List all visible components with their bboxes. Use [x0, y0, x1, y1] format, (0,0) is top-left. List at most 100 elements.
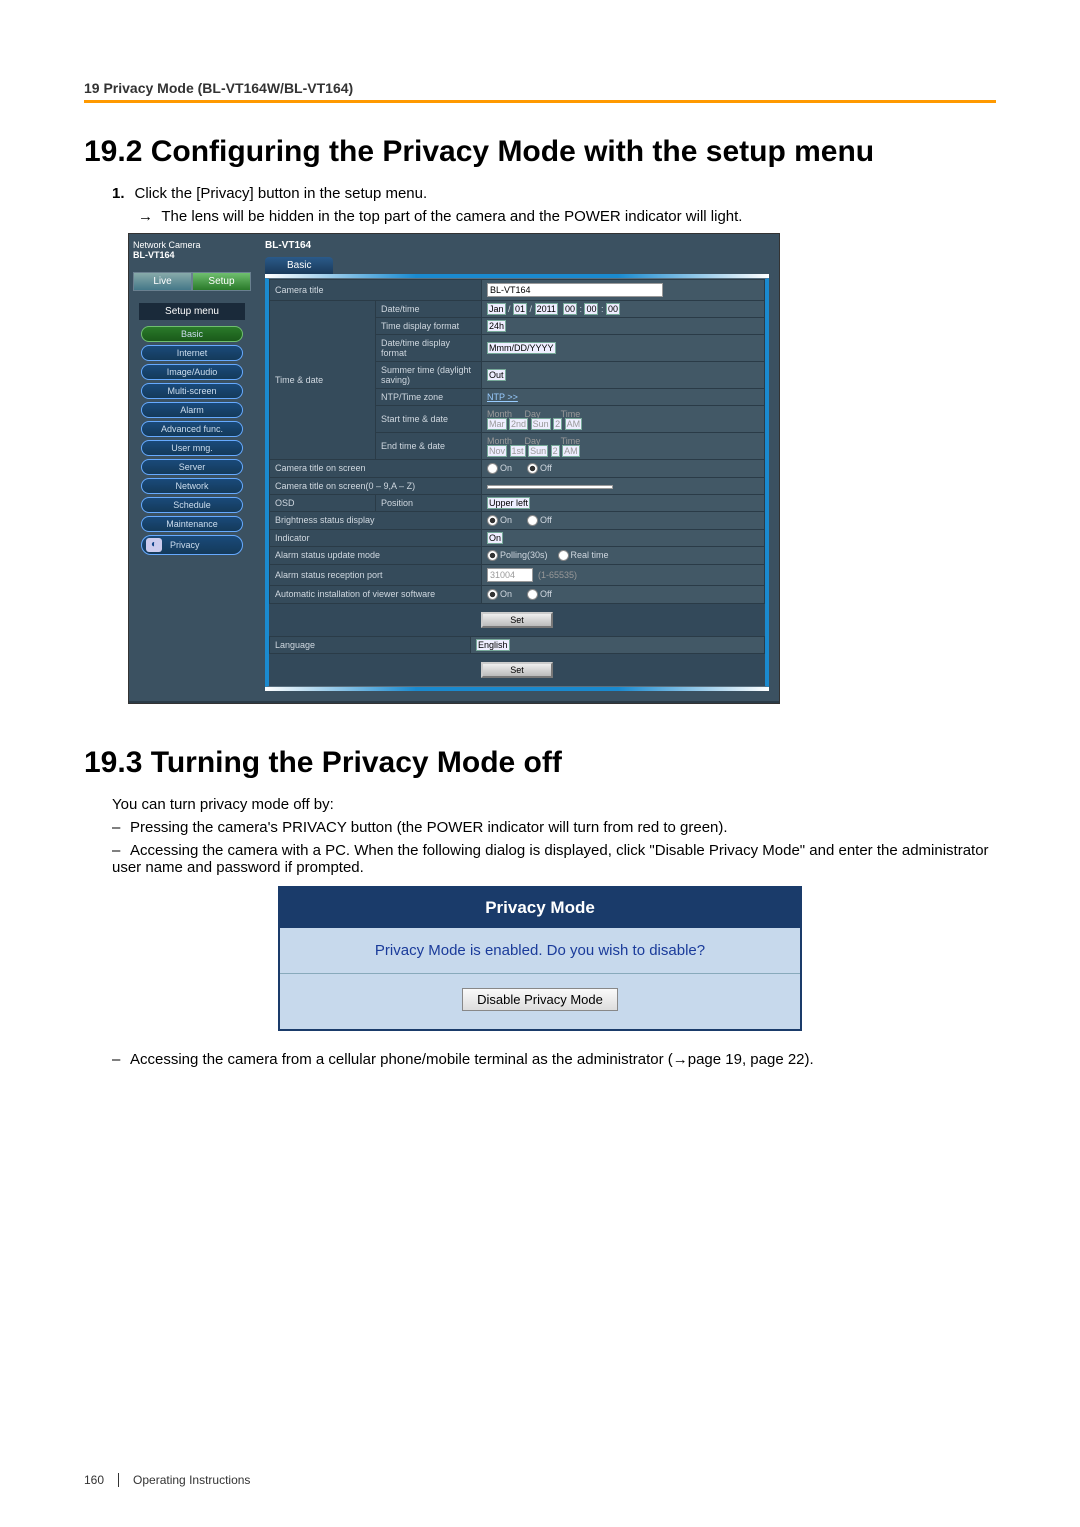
- hdr-time-s: Time: [561, 409, 581, 419]
- link-ntp[interactable]: NTP >>: [487, 392, 518, 402]
- lbl-start-time: Start time & date: [376, 405, 482, 432]
- menu-multi-screen[interactable]: Multi-screen: [141, 383, 243, 399]
- bullet-2-text: Accessing the camera with a PC. When the…: [112, 842, 989, 876]
- set-button-1[interactable]: Set: [481, 612, 553, 628]
- sel-day[interactable]: 01: [513, 303, 527, 315]
- header-section: 19 Privacy Mode (BL-VT164W/BL-VT164): [84, 80, 996, 96]
- menu-maintenance[interactable]: Maintenance: [141, 516, 243, 532]
- sel-s-mon[interactable]: Mar: [487, 418, 507, 430]
- tab-setup[interactable]: Setup: [192, 272, 251, 291]
- input-asrp[interactable]: 31004: [487, 568, 533, 582]
- sel-language[interactable]: English: [476, 639, 510, 651]
- menu-alarm[interactable]: Alarm: [141, 402, 243, 418]
- sel-indicator[interactable]: On: [487, 532, 503, 544]
- sel-e-h[interactable]: 2: [551, 445, 560, 457]
- lbl-datetime: Date/time: [376, 300, 482, 317]
- page-number: 160: [84, 1473, 104, 1487]
- lbl-ctos2: Camera title on screen(0 – 9,A – Z): [270, 477, 482, 494]
- ss-tabs: Live Setup: [133, 272, 251, 291]
- menu-advanced[interactable]: Advanced func.: [141, 421, 243, 437]
- panel-tab-basic[interactable]: Basic: [265, 257, 333, 274]
- radio-aiv-on[interactable]: [487, 589, 498, 600]
- sel-s-wk[interactable]: 2nd: [509, 418, 528, 430]
- txt-on3: On: [500, 589, 512, 599]
- input-ctos2[interactable]: [487, 485, 613, 489]
- sel-e-dow[interactable]: Sun: [528, 445, 548, 457]
- sel-position[interactable]: Upper left: [487, 497, 530, 509]
- disable-privacy-button[interactable]: Disable Privacy Mode: [462, 988, 618, 1011]
- sel-e-mon[interactable]: Nov: [487, 445, 507, 457]
- bullet-3-text-b: page 19, page 22).: [688, 1051, 814, 1068]
- hdr-month-e: Month: [487, 436, 512, 446]
- txt-off3: Off: [540, 589, 552, 599]
- dialog-title: Privacy Mode: [280, 888, 800, 928]
- privacy-icon: ◐: [146, 538, 162, 552]
- txt-on1: On: [500, 463, 512, 473]
- sel-hour[interactable]: 00: [563, 303, 577, 315]
- step-1-sub: → The lens will be hidden in the top par…: [138, 208, 996, 225]
- menu-network[interactable]: Network: [141, 478, 243, 494]
- lbl-language: Language: [270, 637, 471, 654]
- step-1: 1. Click the [Privacy] button in the setu…: [112, 185, 996, 202]
- bullet-3-text-a: Accessing the camera from a cellular pho…: [130, 1051, 673, 1068]
- hdr-day-e: Day: [525, 436, 541, 446]
- step-1-number: 1.: [112, 185, 125, 202]
- sel-sec[interactable]: 00: [606, 303, 620, 315]
- lbl-position: Position: [376, 494, 482, 511]
- sel-month[interactable]: Jan: [487, 303, 506, 315]
- step-1-sub-text: The lens will be hidden in the top part …: [161, 208, 742, 225]
- sel-s-dow[interactable]: Sun: [531, 418, 551, 430]
- lbl-aiv: Automatic installation of viewer softwar…: [270, 585, 482, 603]
- sel-min[interactable]: 00: [584, 303, 598, 315]
- header-rule: [84, 100, 996, 103]
- sel-time-disp-fmt[interactable]: 24h: [487, 320, 506, 332]
- sel-s-h[interactable]: 2: [553, 418, 562, 430]
- sel-year[interactable]: 2011: [535, 303, 558, 315]
- radio-bsd-on[interactable]: [487, 515, 498, 526]
- set-button-2[interactable]: Set: [481, 662, 553, 678]
- menu-image-audio[interactable]: Image/Audio: [141, 364, 243, 380]
- lbl-osd: OSD: [270, 494, 376, 511]
- input-camera-title[interactable]: BL-VT164: [487, 283, 663, 297]
- radio-realtime[interactable]: [558, 550, 569, 561]
- radio-aiv-off[interactable]: [527, 589, 538, 600]
- val-end-time: Month Day Time Nov 1st Sun 2 AM: [482, 432, 765, 459]
- sel-s-ap[interactable]: AM: [565, 418, 583, 430]
- menu-title: Setup menu: [139, 303, 245, 320]
- hdr-time-e: Time: [561, 436, 581, 446]
- menu-server[interactable]: Server: [141, 459, 243, 475]
- tab-live[interactable]: Live: [133, 272, 192, 291]
- lbl-ntp: NTP/Time zone: [376, 388, 482, 405]
- hdr-month-s: Month: [487, 409, 512, 419]
- arrow-icon: →: [138, 208, 153, 225]
- menu-user-mng[interactable]: User mng.: [141, 440, 243, 456]
- radio-ctos-off[interactable]: [527, 463, 538, 474]
- radio-bsd-off[interactable]: [527, 515, 538, 526]
- arrow-icon-2: →: [673, 1051, 688, 1068]
- lbl-indicator: Indicator: [270, 529, 482, 546]
- bullet-1: –Pressing the camera's PRIVACY button (t…: [112, 819, 996, 836]
- menu-privacy-label: Privacy: [170, 540, 200, 550]
- radio-polling[interactable]: [487, 550, 498, 561]
- p-intro: You can turn privacy mode off by:: [112, 796, 996, 813]
- txt-asrp-range: (1-65535): [538, 570, 577, 580]
- menu-internet[interactable]: Internet: [141, 345, 243, 361]
- menu-basic[interactable]: Basic: [141, 326, 243, 342]
- ss-nc-label: Network Camera: [133, 240, 251, 250]
- sel-date-disp-fmt[interactable]: Mmm/DD/YYYY: [487, 342, 556, 354]
- lbl-time-date: Time & date: [270, 300, 376, 459]
- sel-e-wk[interactable]: 1st: [510, 445, 526, 457]
- grad-line-bottom: [265, 687, 769, 691]
- txt-polling: Polling(30s): [500, 550, 548, 560]
- menu-privacy[interactable]: ◐ Privacy: [141, 535, 243, 555]
- ss-model-left: BL-VT164: [133, 250, 251, 260]
- radio-ctos-on[interactable]: [487, 463, 498, 474]
- sel-e-ap[interactable]: AM: [562, 445, 580, 457]
- step-1-text: Click the [Privacy] button in the setup …: [135, 185, 428, 202]
- txt-on2: On: [500, 515, 512, 525]
- lbl-asrp: Alarm status reception port: [270, 564, 482, 585]
- menu-schedule[interactable]: Schedule: [141, 497, 243, 513]
- bullet-1-text: Pressing the camera's PRIVACY button (th…: [130, 819, 728, 836]
- sel-summer-time[interactable]: Out: [487, 369, 506, 381]
- lbl-end-time: End time & date: [376, 432, 482, 459]
